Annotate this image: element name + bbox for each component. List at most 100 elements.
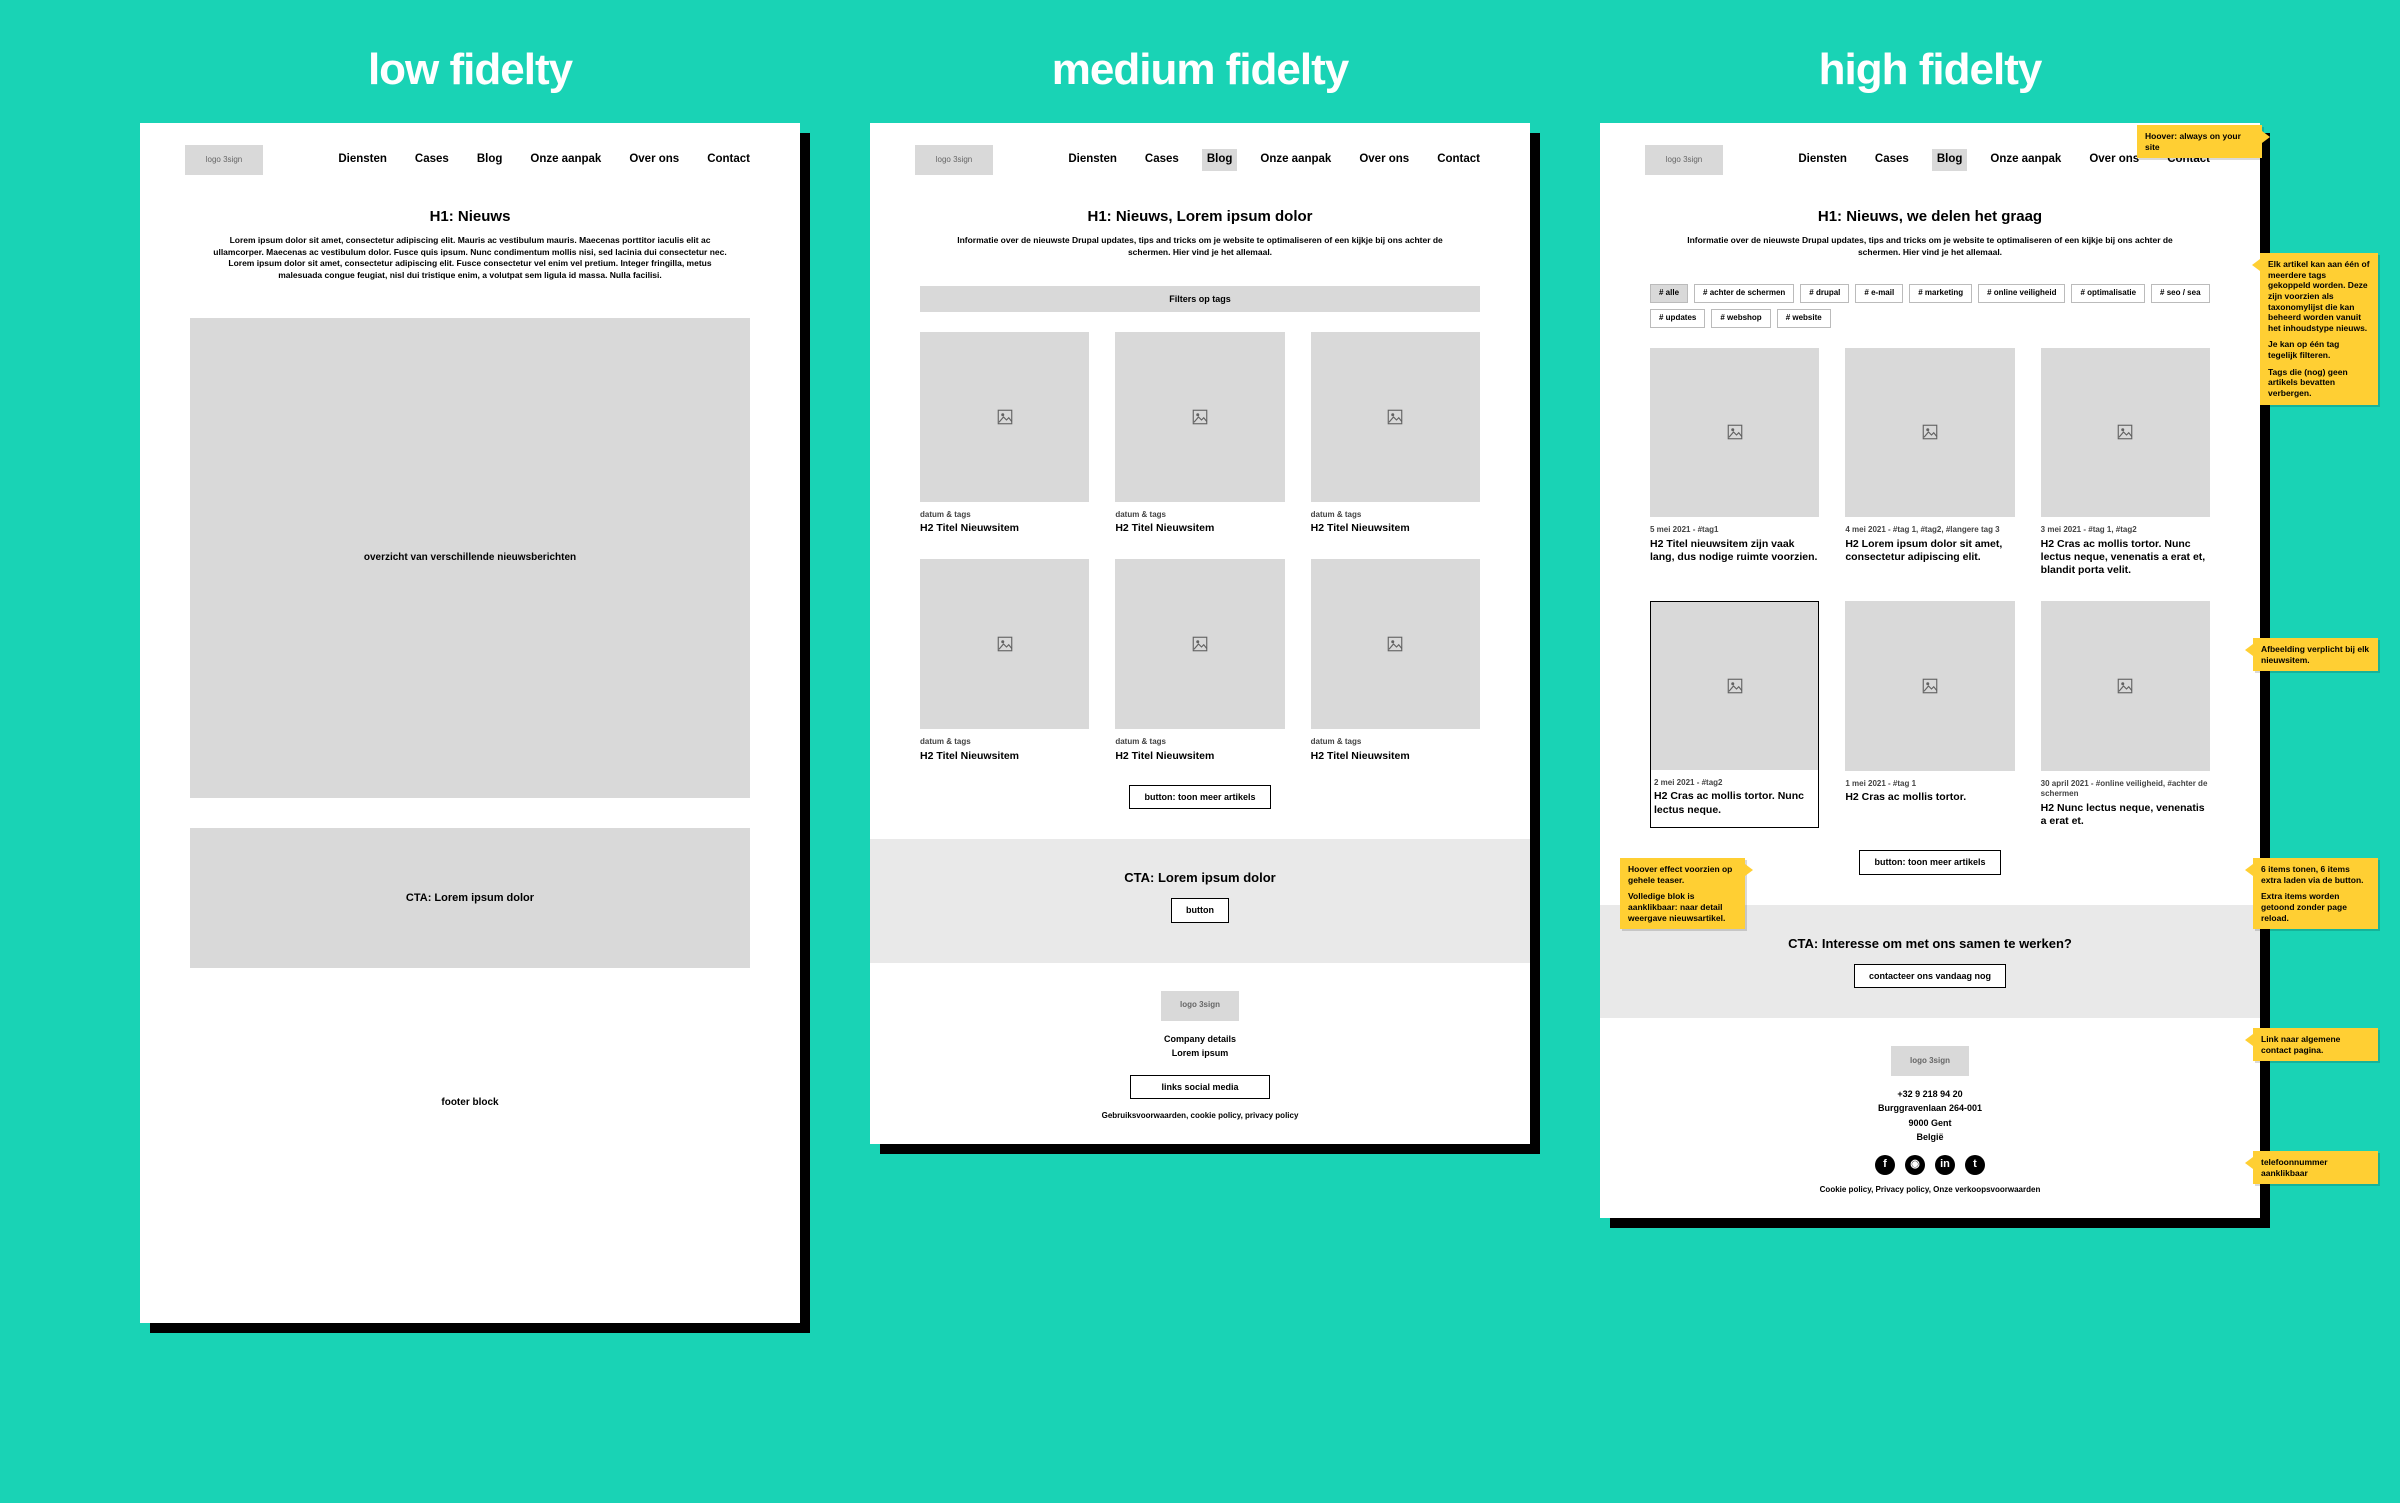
annotation-load-more: 6 items tonen, 6 items extra laden via d… <box>2253 858 2378 929</box>
card-title: H2 Titel Nieuwsitem <box>1115 750 1284 763</box>
news-card[interactable]: 1 mei 2021 - #tag 1 H2 Cras ac mollis to… <box>1845 601 2014 828</box>
cta-button[interactable]: button <box>1171 898 1229 922</box>
nav-item[interactable]: Onze aanpak <box>1985 149 2066 171</box>
wireframe-high: Hoover: always on your site Elk artikel … <box>1600 123 2260 1218</box>
image-placeholder-icon <box>1845 601 2014 770</box>
news-card[interactable]: 5 mei 2021 - #tag1 H2 Titel nieuwsitem z… <box>1650 348 1819 578</box>
nav-item[interactable]: Diensten <box>1063 149 1122 171</box>
card-meta: datum & tags <box>1311 737 1480 748</box>
tag-chip[interactable]: # updates <box>1650 309 1705 328</box>
load-more-button[interactable]: button: toon meer artikels <box>1129 785 1270 809</box>
social-links-bar[interactable]: links social media <box>1130 1075 1269 1099</box>
tag-chip[interactable]: # drupal <box>1800 284 1849 303</box>
intro-text: Lorem ipsum dolor sit amet, consectetur … <box>210 235 730 281</box>
tag-chip[interactable]: # alle <box>1650 284 1688 303</box>
page-title: H1: Nieuws <box>210 207 730 227</box>
nav-item[interactable]: Contact <box>702 149 755 171</box>
tag-chip[interactable]: # optimalisatie <box>2071 284 2145 303</box>
nav-item[interactable]: Onze aanpak <box>1255 149 1336 171</box>
column-medium: medium fidelty logo 3sign Diensten Cases… <box>870 45 1530 1323</box>
card-meta: datum & tags <box>920 737 1089 748</box>
card-meta: datum & tags <box>920 510 1089 521</box>
nav-item[interactable]: Over ons <box>624 149 684 171</box>
main-nav: Diensten Cases Blog Onze aanpak Over ons… <box>1063 149 1485 171</box>
nav-item[interactable]: Blog <box>472 149 508 171</box>
annotation-tags: Elk artikel kan aan één of meerdere tags… <box>2260 253 2378 405</box>
filter-bar[interactable]: Filters op tags <box>920 286 1480 312</box>
card-title: H2 Titel nieuwsitem zijn vaak lang, dus … <box>1650 538 1819 564</box>
tag-chip[interactable]: # seo / sea <box>2151 284 2209 303</box>
card-title: H2 Nunc lectus neque, venenatis a erat e… <box>2041 802 2210 828</box>
linkedin-icon[interactable]: in <box>1935 1155 1955 1175</box>
news-card[interactable]: datum & tags H2 Titel Nieuwsitem <box>1311 559 1480 762</box>
cta-placeholder: CTA: Lorem ipsum dolor <box>190 828 750 968</box>
nav-item-active[interactable]: Blog <box>1932 149 1968 171</box>
news-card[interactable]: datum & tags H2 Titel Nieuwsitem <box>920 559 1089 762</box>
logo-placeholder: logo 3sign <box>185 145 263 175</box>
nav-item[interactable]: Over ons <box>1354 149 1414 171</box>
image-placeholder-icon <box>920 559 1089 728</box>
load-more-button[interactable]: button: toon meer artikels <box>1859 850 2000 874</box>
card-meta: 1 mei 2021 - #tag 1 <box>1845 779 2014 790</box>
tag-chip[interactable]: # online veiligheid <box>1978 284 2065 303</box>
tag-chip[interactable]: # achter de schermen <box>1694 284 1794 303</box>
column-high: high fidelty Hoover: always on your site… <box>1600 45 2260 1323</box>
tag-chip[interactable]: # e-mail <box>1855 284 1903 303</box>
facebook-icon[interactable]: f <box>1875 1155 1895 1175</box>
intro-text: Informatie over de nieuwste Drupal updat… <box>1670 235 2190 258</box>
image-placeholder-icon <box>1115 332 1284 501</box>
card-title: H2 Cras ac mollis tortor. Nunc lectus ne… <box>1650 790 1819 816</box>
news-card[interactable]: datum & tags H2 Titel Nieuwsitem <box>920 332 1089 535</box>
nav-item[interactable]: Cases <box>1140 149 1184 171</box>
card-title: H2 Cras ac mollis tortor. <box>1845 791 2014 804</box>
news-card[interactable]: datum & tagsH2 Titel Nieuwsitem <box>1311 332 1480 535</box>
cta-button[interactable]: contacteer ons vandaag nog <box>1854 964 2006 988</box>
legal-links[interactable]: Gebruiksvoorwaarden, cookie policy, priv… <box>920 1111 1480 1122</box>
news-grid: datum & tags H2 Titel Nieuwsitem datum &… <box>920 332 1480 763</box>
news-card[interactable]: 3 mei 2021 - #tag 1, #tag2 H2 Cras ac mo… <box>2041 348 2210 578</box>
footer-phone[interactable]: +32 9 218 94 20 <box>1650 1088 2210 1100</box>
logo-placeholder: logo 3sign <box>1891 1046 1969 1076</box>
news-card[interactable]: datum & tagsH2 Titel Nieuwsitem <box>1115 559 1284 762</box>
news-card[interactable]: 30 april 2021 - #online veiligheid, #ach… <box>2041 601 2210 828</box>
annotation-hover-nav: Hoover: always on your site <box>2137 125 2262 158</box>
nav-item-active[interactable]: Blog <box>1202 149 1238 171</box>
image-placeholder-icon <box>1311 332 1480 501</box>
tag-chip[interactable]: # website <box>1777 309 1831 328</box>
legal-links[interactable]: Cookie policy, Privacy policy, Onze verk… <box>1650 1185 2210 1196</box>
instagram-icon[interactable]: ◉ <box>1905 1155 1925 1175</box>
nav-item[interactable]: Onze aanpak <box>525 149 606 171</box>
news-card-hover[interactable]: 2 mei 2021 - #tag2 H2 Cras ac mollis tor… <box>1650 601 1819 828</box>
logo-placeholder: logo 3sign <box>1161 991 1239 1021</box>
nav-item[interactable]: Contact <box>1432 149 1485 171</box>
nav-item[interactable]: Diensten <box>1793 149 1852 171</box>
twitter-icon[interactable]: t <box>1965 1155 1985 1175</box>
page-title: H1: Nieuws, we delen het graag <box>1670 207 2190 227</box>
wireframe-medium: logo 3sign Diensten Cases Blog Onze aanp… <box>870 123 1530 1144</box>
nav-item[interactable]: Over ons <box>2084 149 2144 171</box>
company-details-body: Lorem ipsum <box>920 1047 1480 1059</box>
tag-chip[interactable]: # webshop <box>1711 309 1770 328</box>
cta-band: CTA: Lorem ipsum dolor button <box>870 839 1530 963</box>
logo-placeholder: logo 3sign <box>1645 145 1723 175</box>
image-placeholder-icon <box>2041 348 2210 517</box>
footer-addr: 9000 Gent <box>1650 1117 2210 1129</box>
card-title: H2 Titel Nieuwsitem <box>1311 750 1480 763</box>
column-low: low fidelty logo 3sign Diensten Cases Bl… <box>140 45 800 1323</box>
nav-item[interactable]: Cases <box>410 149 454 171</box>
image-placeholder-icon <box>1650 348 1819 517</box>
nav-item[interactable]: Cases <box>1870 149 1914 171</box>
footer-addr: Burggravenlaan 264-001 <box>1650 1102 2210 1114</box>
main-nav: Diensten Cases Blog Onze aanpak Over ons… <box>333 149 755 171</box>
nav-item[interactable]: Diensten <box>333 149 392 171</box>
footer: logo 3sign Company details Lorem ipsum l… <box>870 963 1530 1144</box>
tag-chip[interactable]: # marketing <box>1909 284 1972 303</box>
news-card[interactable]: datum & tagsH2 Titel Nieuwsitem <box>1115 332 1284 535</box>
news-card[interactable]: 4 mei 2021 - #tag 1, #tag2, #langere tag… <box>1845 348 2014 578</box>
annotation-phone: telefoonnummer aanklikbaar <box>2253 1151 2378 1184</box>
image-placeholder-icon <box>1115 559 1284 728</box>
title-medium: medium fidelty <box>1052 45 1349 95</box>
card-title: H2 Titel Nieuwsitem <box>920 750 1089 763</box>
annotation-image-required: Afbeelding verplicht bij elk nieuwsitem. <box>2253 638 2378 671</box>
card-meta: 3 mei 2021 - #tag 1, #tag2 <box>2041 525 2210 536</box>
